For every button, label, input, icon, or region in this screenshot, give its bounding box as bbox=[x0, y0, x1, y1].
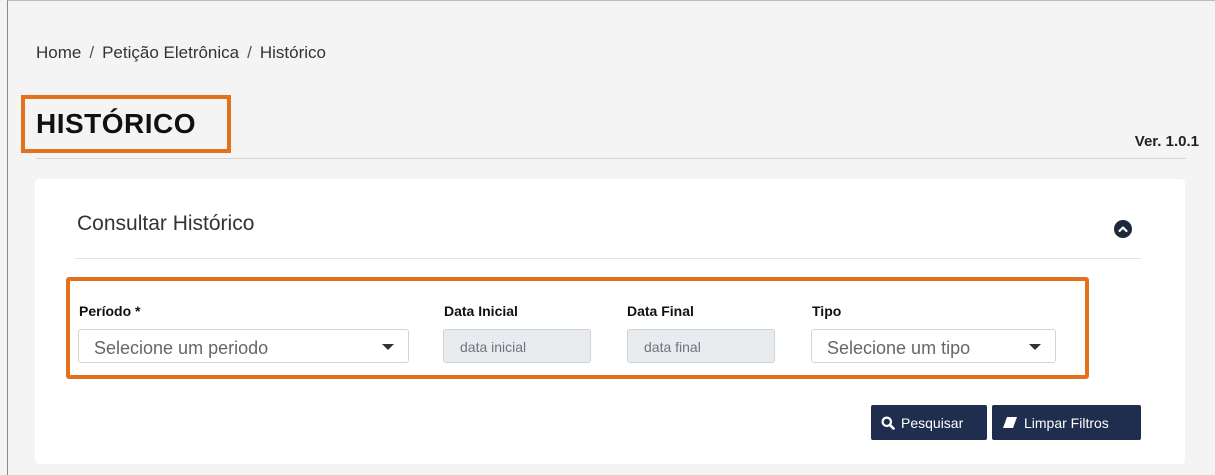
periodo-select[interactable]: Selecione um periodo bbox=[78, 329, 409, 363]
pesquisar-label: Pesquisar bbox=[901, 414, 964, 431]
caret-down-icon bbox=[382, 344, 394, 350]
data-inicial-label: Data Inicial bbox=[444, 303, 518, 319]
tipo-label: Tipo bbox=[812, 303, 842, 319]
data-final-placeholder: data final bbox=[644, 339, 701, 355]
page-title: HISTÓRICO bbox=[36, 108, 197, 139]
chevron-up-circle-icon[interactable] bbox=[1114, 220, 1132, 238]
caret-down-icon bbox=[1029, 344, 1041, 350]
limpar-filtros-label: Limpar Filtros bbox=[1024, 414, 1109, 431]
breadcrumb-home[interactable]: Home bbox=[36, 43, 81, 63]
breadcrumb-separator: / bbox=[89, 43, 95, 62]
version-label: Ver. 1.0.1 bbox=[1134, 133, 1199, 150]
breadcrumb-peticao[interactable]: Petição Eletrônica bbox=[102, 43, 239, 63]
data-final-input[interactable]: data final bbox=[627, 329, 775, 363]
data-final-label: Data Final bbox=[627, 303, 694, 319]
data-inicial-input[interactable]: data inicial bbox=[443, 329, 591, 363]
panel-divider bbox=[75, 258, 1141, 259]
periodo-value: Selecione um periodo bbox=[94, 338, 269, 358]
tipo-value: Selecione um tipo bbox=[827, 338, 971, 358]
search-icon bbox=[881, 416, 895, 430]
title-divider bbox=[36, 158, 1186, 159]
filters-highlight-box bbox=[66, 277, 1089, 379]
consultar-historico-panel: Consultar Histórico Período * Selecione … bbox=[35, 179, 1185, 464]
breadcrumb-current: Histórico bbox=[259, 43, 326, 62]
eraser-icon bbox=[1003, 417, 1017, 428]
breadcrumb: Home / Petição Eletrônica / Histórico bbox=[36, 43, 326, 63]
panel-title: Consultar Histórico bbox=[77, 212, 255, 235]
periodo-label: Período * bbox=[79, 303, 141, 319]
pesquisar-button[interactable]: Pesquisar bbox=[871, 405, 987, 440]
data-inicial-placeholder: data inicial bbox=[460, 339, 527, 355]
breadcrumb-separator: / bbox=[247, 43, 252, 62]
tipo-select[interactable]: Selecione um tipo bbox=[811, 329, 1056, 363]
limpar-filtros-button[interactable]: Limpar Filtros bbox=[992, 405, 1141, 440]
